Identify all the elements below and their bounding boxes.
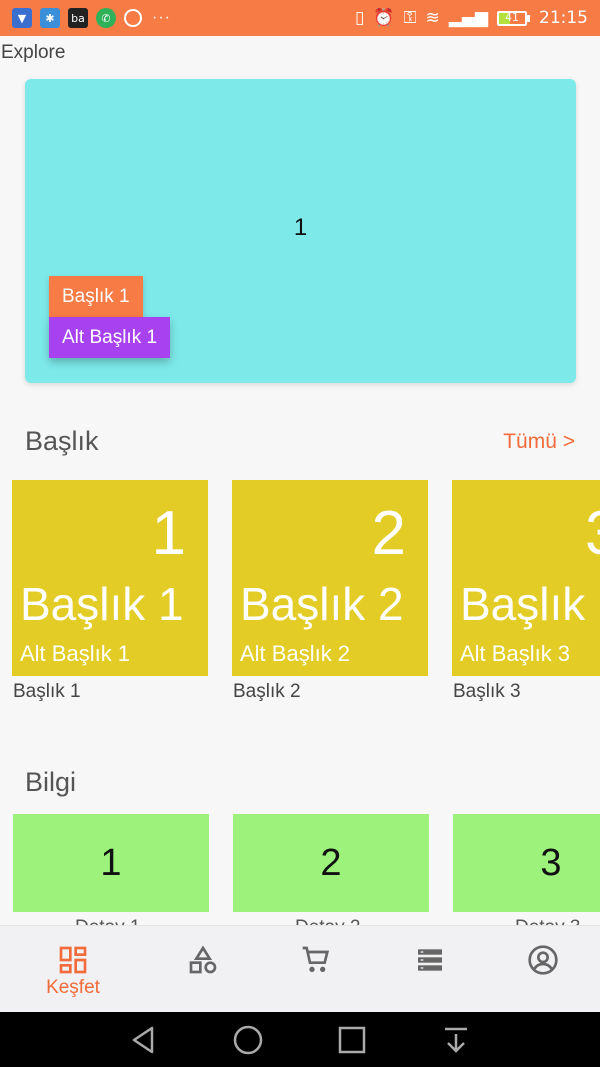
card-number: 1 [151, 499, 186, 568]
home-icon[interactable] [232, 1024, 264, 1056]
slide-title: Başlık 1 [49, 276, 143, 317]
battery-level: 41 [505, 10, 519, 24]
map-app-icon: ▼ [12, 8, 32, 28]
card-caption: Başlık 1 [13, 681, 81, 702]
chrome-icon [124, 9, 142, 27]
alarm-icon: ⏰ [373, 8, 395, 28]
notification-icons: ▼ ✱ ba ✆ ··· [12, 8, 171, 28]
status-bar: ▼ ✱ ba ✆ ··· ▯ ⏰ ⚿ ≋ ▂▄▆ 41 21:15 [0, 0, 600, 36]
info-card[interactable]: 2 [233, 814, 429, 912]
carousel-index: 1 [293, 214, 308, 241]
card-number: 3 [585, 498, 600, 569]
info-card[interactable]: 3 [453, 814, 600, 912]
nav-item-categories[interactable] [143, 926, 263, 1013]
bottom-navigation: Keşfet [0, 925, 600, 1012]
page-title: Explore [1, 42, 66, 63]
info-number: 1 [100, 842, 122, 884]
see-all-link[interactable]: Tümü > [503, 430, 575, 454]
nav-label: Keşfet [46, 977, 100, 998]
system-indicators: ▯ ⏰ ⚿ ≋ ▂▄▆ 41 21:15 [355, 8, 588, 28]
card-caption: Başlık 3 [453, 681, 521, 702]
section-title-baslik: Başlık [25, 426, 99, 456]
horizontal-info-list[interactable]: 1 Detay 1 2 Detay 2 3 Detay 3 [0, 814, 600, 925]
system-navigation-bar [0, 1012, 600, 1067]
bluetooth-app-icon: ✱ [40, 8, 60, 28]
info-card[interactable]: 1 [13, 814, 209, 912]
slide-subtitle: Alt Başlık 1 [49, 317, 171, 358]
info-number: 3 [540, 842, 562, 884]
more-notifications-icon: ··· [152, 9, 171, 26]
horizontal-card-list[interactable]: 1 Başlık 1 Alt Başlık 1 Başlık 1 2 Başlı… [0, 480, 600, 720]
dashboard-icon [59, 946, 87, 974]
shapes-icon [189, 945, 217, 974]
list-icon [418, 949, 442, 971]
card-title: Başlık 2 [240, 578, 404, 630]
account-icon [528, 945, 558, 975]
card-title: Başlık [460, 578, 586, 630]
key-icon: ⚿ [403, 8, 417, 28]
ba-app-icon: ba [68, 8, 88, 28]
back-icon[interactable] [128, 1024, 160, 1056]
info-number: 2 [320, 842, 342, 884]
info-caption: Detay 1 [75, 917, 140, 925]
card-subtitle: Alt Başlık 3 [460, 641, 571, 666]
vibrate-icon: ▯ [355, 8, 365, 28]
feature-card[interactable]: 2 Başlık 2 Alt Başlık 2 [232, 480, 428, 676]
card-number: 2 [371, 499, 406, 568]
whatsapp-icon: ✆ [96, 8, 116, 28]
card-title: Başlık 1 [20, 578, 184, 630]
feature-card[interactable]: 1 Başlık 1 Alt Başlık 1 [12, 480, 208, 676]
battery-icon: 41 [497, 10, 530, 26]
notification-pull-icon[interactable] [440, 1024, 472, 1056]
feature-card[interactable]: 3 Başlık Alt Başlık 3 [452, 480, 600, 676]
wifi-icon: ≋ [425, 8, 440, 28]
clock: 21:15 [539, 8, 588, 28]
info-caption: Detay 2 [295, 917, 360, 925]
nav-item-list[interactable] [370, 926, 490, 1013]
card-subtitle: Alt Başlık 1 [20, 641, 131, 666]
carousel-slide[interactable]: 1 Başlık 1 Alt Başlık 1 [25, 79, 576, 383]
nav-item-account[interactable] [483, 926, 600, 1013]
signal-icon: ▂▄▆ [448, 8, 488, 28]
nav-item-cart[interactable] [256, 926, 376, 1013]
cart-icon [302, 946, 330, 972]
nav-item-kesfet[interactable]: Keşfet [13, 926, 133, 1013]
info-caption: Detay 3 [515, 917, 580, 925]
section-title-bilgi: Bilgi [25, 767, 77, 797]
recents-icon[interactable] [336, 1024, 368, 1056]
card-subtitle: Alt Başlık 2 [240, 641, 351, 666]
card-caption: Başlık 2 [233, 681, 301, 702]
